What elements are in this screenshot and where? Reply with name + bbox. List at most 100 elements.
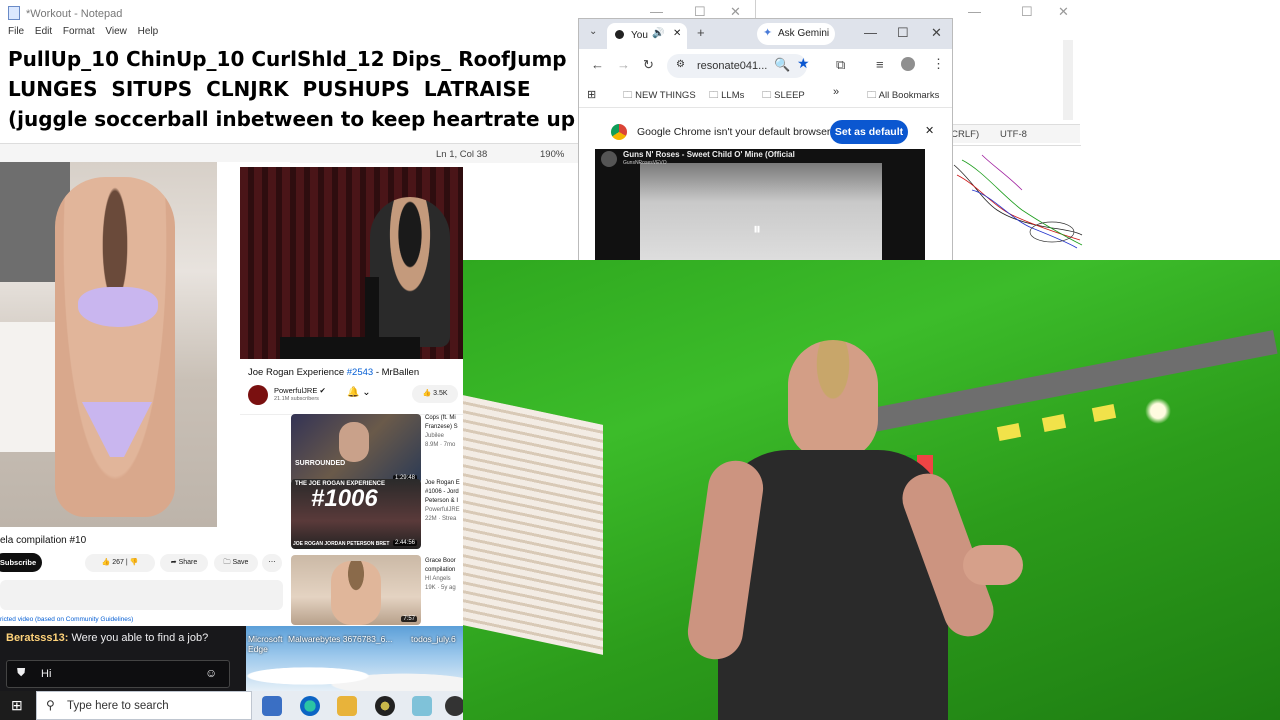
description-box[interactable]: [0, 580, 283, 610]
folder-icon: 🗀: [623, 90, 636, 101]
video-title[interactable]: ela compilation #10: [0, 535, 86, 546]
start-button[interactable]: ⊞: [0, 691, 36, 720]
encoding-label: UTF-8: [1000, 129, 1027, 140]
bell-icon[interactable]: 🔔 ⌄: [347, 387, 371, 398]
subscriber-count: 21.1M subscribers: [274, 396, 319, 402]
subscribe-button[interactable]: Subscribe: [0, 553, 42, 572]
bookmark-sleep[interactable]: 🗀 SLEEP: [762, 88, 805, 104]
jre-video-title[interactable]: Joe Rogan Experience #2543 - MrBallen: [248, 367, 419, 378]
profile-avatar[interactable]: [901, 57, 915, 71]
chat-input[interactable]: ⛊ Hi ☺: [6, 660, 230, 688]
pause-icon[interactable]: ⏸: [753, 221, 761, 239]
bookmark-label: NEW THINGS: [635, 90, 696, 101]
media-control-icon[interactable]: ≡: [876, 57, 884, 72]
apps-grid-icon[interactable]: ⊞: [587, 88, 596, 101]
related-meta: 22M · Strea: [425, 516, 457, 522]
tab-youtube[interactable]: You 🔊 ✕: [607, 23, 687, 49]
forward-icon[interactable]: →: [617, 57, 630, 72]
menu-help[interactable]: Help: [138, 26, 159, 37]
video-frame: [640, 163, 882, 261]
close-icon[interactable]: ✕: [931, 25, 942, 41]
related-info[interactable]: Cops (ft. Mi Franzese) S Jubilee 8.9M · …: [425, 414, 465, 450]
menu-view[interactable]: View: [105, 26, 127, 37]
windows-logo-icon: ⊞: [11, 697, 23, 713]
pipe-grip: [1091, 404, 1117, 422]
like-dislike-button[interactable]: 👍 267 | 👎: [85, 554, 155, 572]
related-meta: 8.9M · 7mo: [425, 442, 456, 448]
bookmark-new-things[interactable]: 🗀 NEW THINGS: [623, 88, 696, 104]
menu-kebab-icon[interactable]: ⋮: [932, 56, 945, 72]
task-view-icon[interactable]: [262, 696, 282, 716]
all-bookmarks[interactable]: 🗀 All Bookmarks: [867, 88, 939, 104]
site-info-icon[interactable]: ⚙: [676, 59, 685, 70]
restricted-notice[interactable]: ricted video (based on Community Guideli…: [0, 616, 133, 623]
youtube-player[interactable]: Guns N' Roses - Sweet Child O' Mine (Off…: [595, 149, 925, 261]
more-bookmarks-icon[interactable]: »: [833, 86, 839, 98]
face: [339, 422, 369, 462]
save-button[interactable]: 🗀 Save: [214, 554, 258, 572]
emoji-icon[interactable]: ☺: [205, 666, 217, 680]
edge-icon[interactable]: [300, 696, 320, 716]
channel-avatar[interactable]: [248, 385, 268, 405]
related-channel: HI Angels: [425, 576, 451, 582]
menu-format[interactable]: Format: [63, 26, 95, 37]
minimize-icon[interactable]: —: [968, 4, 981, 19]
person-figure: [331, 561, 381, 625]
jre-video-player[interactable]: [240, 167, 463, 359]
menu-file[interactable]: File: [8, 26, 24, 37]
related-thumbnail[interactable]: SURROUNDED 1:29:48: [291, 414, 421, 484]
related-info[interactable]: Grace Boor compilation HI Angels 19K · 5…: [425, 557, 465, 593]
set-as-default-button[interactable]: Set as default: [830, 120, 908, 144]
share-button[interactable]: ➦ Share: [160, 554, 208, 572]
back-icon[interactable]: ←: [591, 57, 604, 72]
related-thumbnail[interactable]: THE JOE ROGAN EXPERIENCE #1006 JOE ROGAN…: [291, 479, 421, 549]
bookmark-star-icon[interactable]: ★: [797, 55, 810, 72]
bookmark-llms[interactable]: 🗀 LLMs: [709, 88, 744, 104]
channel-avatar[interactable]: [601, 151, 617, 167]
folder-icon: 🗀: [867, 90, 879, 101]
infobar-close-icon[interactable]: ✕: [925, 124, 934, 137]
app-taskbar-icon[interactable]: [445, 696, 465, 716]
default-browser-infobar: Google Chrome isn't your default browser…: [579, 115, 952, 149]
search-icon[interactable]: 🔍: [774, 57, 790, 73]
channel-label: PowerfulJRE: [274, 386, 318, 395]
menu-edit[interactable]: Edit: [35, 26, 52, 37]
episode-link[interactable]: #2543: [347, 367, 373, 378]
minimize-icon[interactable]: —: [864, 25, 877, 40]
desktop-icon-malwarebytes[interactable]: Malwarebytes 3676783_6...: [288, 634, 392, 644]
video-player[interactable]: [0, 162, 217, 527]
ask-gemini-button[interactable]: ✦ Ask Gemini: [757, 23, 835, 45]
new-tab-icon[interactable]: +: [697, 25, 705, 40]
search-placeholder: Type here to search: [67, 700, 169, 712]
related-info[interactable]: Joe Rogan E #1006 - Jord Peterson & I Po…: [425, 479, 465, 524]
tab-close-icon[interactable]: ✕: [673, 28, 681, 39]
maximize-icon[interactable]: ☐: [1021, 4, 1033, 20]
like-button[interactable]: 👍 3.5K: [412, 385, 458, 403]
maximize-icon[interactable]: ☐: [897, 25, 909, 41]
scrollbar[interactable]: [1063, 40, 1073, 120]
chrome-window[interactable]: ⌄ You 🔊 ✕ + ✦ Ask Gemini — ☐ ✕ ← → ↻ ⚙ r…: [578, 18, 953, 262]
taskbar: ⊞ ⚲ Type here to search: [0, 691, 465, 720]
minimize-icon[interactable]: —: [650, 4, 663, 19]
more-actions-icon[interactable]: ⋯: [262, 554, 282, 572]
reload-icon[interactable]: ↻: [643, 57, 654, 73]
related-title: Cops (ft. Mi Franzese) S: [425, 415, 458, 430]
tab-search-icon[interactable]: ⌄: [589, 26, 597, 37]
pipe-grip: [996, 423, 1022, 441]
obs-icon[interactable]: [375, 696, 395, 716]
chat-username[interactable]: Beratsss13:: [6, 632, 68, 644]
channel-name[interactable]: PowerfulJRE ✔: [274, 386, 326, 395]
url-text: resonate041...: [697, 60, 768, 72]
close-icon[interactable]: ✕: [1058, 4, 1069, 20]
notepad-taskbar-icon[interactable]: [412, 696, 432, 716]
file-explorer-icon[interactable]: [337, 696, 357, 716]
notepad-title: *Workout - Notepad: [26, 8, 123, 20]
title-text: - MrBallen: [373, 367, 420, 378]
desktop-icon-edge[interactable]: Microsoft Edge: [248, 634, 282, 654]
desktop-icon-todos[interactable]: todos_july.6: [411, 634, 456, 644]
speaker-icon[interactable]: 🔊: [652, 28, 664, 39]
extensions-icon[interactable]: ⧉: [836, 57, 845, 73]
related-thumbnail[interactable]: 7:57: [291, 555, 421, 625]
taskbar-search[interactable]: ⚲ Type here to search: [36, 691, 252, 720]
shield-icon[interactable]: ⛊: [17, 667, 25, 680]
